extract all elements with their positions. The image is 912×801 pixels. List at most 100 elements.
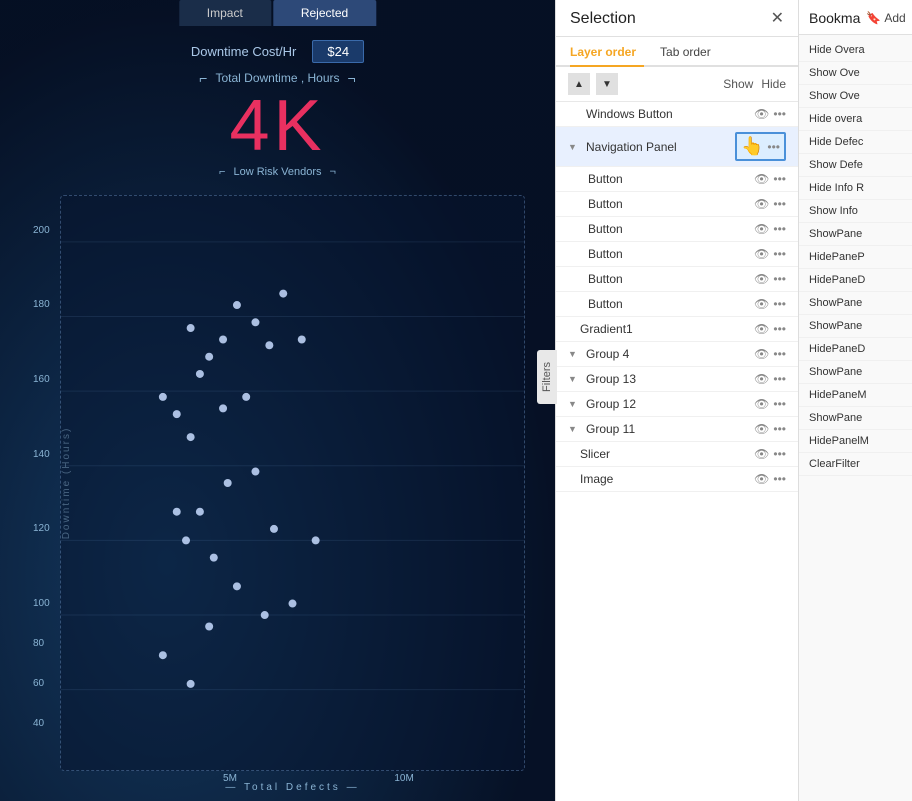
visibility-icon-group4[interactable]: 👁 — [754, 347, 769, 361]
layer-controls-slicer: 👁 ••• — [754, 447, 786, 461]
layer-icon-area-group13: ▼ — [568, 374, 580, 384]
bookmark-item-14[interactable]: ShowPane — [799, 361, 912, 384]
layer-item-button-1[interactable]: Button 👁 ••• — [556, 167, 798, 192]
cost-label: Downtime Cost/Hr — [191, 44, 296, 59]
layer-name-group12: Group 12 — [586, 397, 754, 411]
layer-item-button-2[interactable]: Button 👁 ••• — [556, 192, 798, 217]
layer-name-button-6: Button — [588, 297, 754, 311]
visibility-icon-windows[interactable]: 👁 — [754, 107, 769, 121]
more-icon-btn1[interactable]: ••• — [773, 172, 786, 186]
layer-name-button-5: Button — [588, 272, 754, 286]
visibility-icon-gradient[interactable]: 👁 — [754, 322, 769, 336]
filters-tab[interactable]: Filters — [537, 350, 557, 404]
tab-impact[interactable]: Impact — [179, 0, 271, 26]
layer-controls-group13: 👁 ••• — [754, 372, 786, 386]
bookmark-item-5[interactable]: Show Defe — [799, 154, 912, 177]
bookmark-item-13[interactable]: HidePaneD — [799, 338, 912, 361]
cost-value: $24 — [312, 40, 364, 63]
bookmark-item-6[interactable]: Hide Info R — [799, 177, 912, 200]
controls-row: ▲ ▼ Show Hide — [556, 67, 798, 102]
visibility-icon-image[interactable]: 👁 — [754, 472, 769, 486]
add-bookmark-button[interactable]: 🔖 Add — [866, 11, 905, 25]
layer-item-button-5[interactable]: Button 👁 ••• — [556, 267, 798, 292]
layer-item-group11[interactable]: ▼ Group 11 👁 ••• — [556, 417, 798, 442]
hide-label[interactable]: Hide — [761, 77, 786, 91]
visibility-icon-btn5[interactable]: 👁 — [754, 272, 769, 286]
layer-icon-area-group4: ▼ — [568, 349, 580, 359]
visibility-icon-group13[interactable]: 👁 — [754, 372, 769, 386]
more-icon-gradient[interactable]: ••• — [773, 322, 786, 336]
more-icon-btn2[interactable]: ••• — [773, 197, 786, 211]
bookmark-item-16[interactable]: ShowPane — [799, 407, 912, 430]
bookmark-item-17[interactable]: HidePanelM — [799, 430, 912, 453]
layer-name-image: Image — [580, 472, 754, 486]
move-up-button[interactable]: ▲ — [568, 73, 590, 95]
layer-item-button-4[interactable]: Button 👁 ••• — [556, 242, 798, 267]
bookmark-item-12[interactable]: ShowPane — [799, 315, 912, 338]
more-icon-group4[interactable]: ••• — [773, 347, 786, 361]
selection-title: Selection — [570, 10, 636, 28]
layer-controls-btn5: 👁 ••• — [754, 272, 786, 286]
bracket-left: ⌐ — [199, 70, 207, 86]
bookmark-item-3[interactable]: Hide overa — [799, 108, 912, 131]
big-metric-area: ⌐ Total Downtime , Hours ¬ 4K ⌐ Low Risk… — [0, 70, 555, 178]
layer-item-button-3[interactable]: Button 👁 ••• — [556, 217, 798, 242]
move-down-button[interactable]: ▼ — [596, 73, 618, 95]
bookmark-item-10[interactable]: HidePaneD — [799, 269, 912, 292]
y-tick-160: 160 — [33, 374, 50, 385]
layer-item-button-6[interactable]: Button 👁 ••• — [556, 292, 798, 317]
visibility-icon-btn3[interactable]: 👁 — [754, 222, 769, 236]
bookmark-item-8[interactable]: ShowPane — [799, 223, 912, 246]
layer-item-group12[interactable]: ▼ Group 12 👁 ••• — [556, 392, 798, 417]
show-label[interactable]: Show — [723, 77, 753, 91]
more-icon-btn5[interactable]: ••• — [773, 272, 786, 286]
layer-item-navigation-panel[interactable]: ▼ Navigation Panel 👆 ••• — [556, 127, 798, 167]
layer-name-button-3: Button — [588, 222, 754, 236]
layer-name-navigation-panel: Navigation Panel — [586, 140, 735, 154]
visibility-icon-btn6[interactable]: 👁 — [754, 297, 769, 311]
visibility-icon-group12[interactable]: 👁 — [754, 397, 769, 411]
more-icon-nav[interactable]: ••• — [767, 140, 780, 154]
layer-item-slicer[interactable]: Slicer 👁 ••• — [556, 442, 798, 467]
visibility-icon-slicer[interactable]: 👁 — [754, 447, 769, 461]
expand-arrow-group4: ▼ — [568, 349, 580, 359]
layer-name-button-4: Button — [588, 247, 754, 261]
y-tick-100: 100 — [33, 598, 50, 609]
scatter-box: 200 180 160 140 120 100 80 60 40 — [60, 195, 525, 771]
more-icon-group11[interactable]: ••• — [773, 422, 786, 436]
visibility-icon-btn4[interactable]: 👁 — [754, 247, 769, 261]
layer-item-gradient1[interactable]: Gradient1 👁 ••• — [556, 317, 798, 342]
more-icon-btn6[interactable]: ••• — [773, 297, 786, 311]
bookmark-item-15[interactable]: HidePaneM — [799, 384, 912, 407]
more-icon-image[interactable]: ••• — [773, 472, 786, 486]
layer-item-group4[interactable]: ▼ Group 4 👁 ••• — [556, 342, 798, 367]
visibility-icon-group11[interactable]: 👁 — [754, 422, 769, 436]
tab-rejected[interactable]: Rejected — [273, 0, 376, 26]
more-icon-btn3[interactable]: ••• — [773, 222, 786, 236]
more-icon-btn4[interactable]: ••• — [773, 247, 786, 261]
more-icon-group13[interactable]: ••• — [773, 372, 786, 386]
cursor-icon-nav[interactable]: 👆 — [741, 136, 763, 157]
tab-tab-order[interactable]: Tab order — [660, 37, 719, 67]
bookmark-item-7[interactable]: Show Info — [799, 200, 912, 223]
add-label: Add — [884, 11, 905, 25]
layer-item-group13[interactable]: ▼ Group 13 👁 ••• — [556, 367, 798, 392]
more-icon-slicer[interactable]: ••• — [773, 447, 786, 461]
bookmark-item-2[interactable]: Show Ove — [799, 85, 912, 108]
layer-item-windows-button[interactable]: Windows Button 👁 ••• — [556, 102, 798, 127]
close-button[interactable]: ✕ — [771, 11, 784, 27]
x-axis-label: — Total Defects — — [225, 782, 359, 793]
bookmark-item-11[interactable]: ShowPane — [799, 292, 912, 315]
bookmark-item-4[interactable]: Hide Defec — [799, 131, 912, 154]
layer-item-image[interactable]: Image 👁 ••• — [556, 467, 798, 492]
more-icon-windows[interactable]: ••• — [773, 107, 786, 121]
bookmark-item-0[interactable]: Hide Overa — [799, 39, 912, 62]
visibility-icon-btn2[interactable]: 👁 — [754, 197, 769, 211]
visibility-icon-btn1[interactable]: 👁 — [754, 172, 769, 186]
bookmark-item-1[interactable]: Show Ove — [799, 62, 912, 85]
more-icon-group12[interactable]: ••• — [773, 397, 786, 411]
bookmark-item-18[interactable]: ClearFilter — [799, 453, 912, 476]
bookmark-item-9[interactable]: HidePaneP — [799, 246, 912, 269]
tab-layer-order[interactable]: Layer order — [570, 37, 644, 67]
layer-controls-btn6: 👁 ••• — [754, 297, 786, 311]
